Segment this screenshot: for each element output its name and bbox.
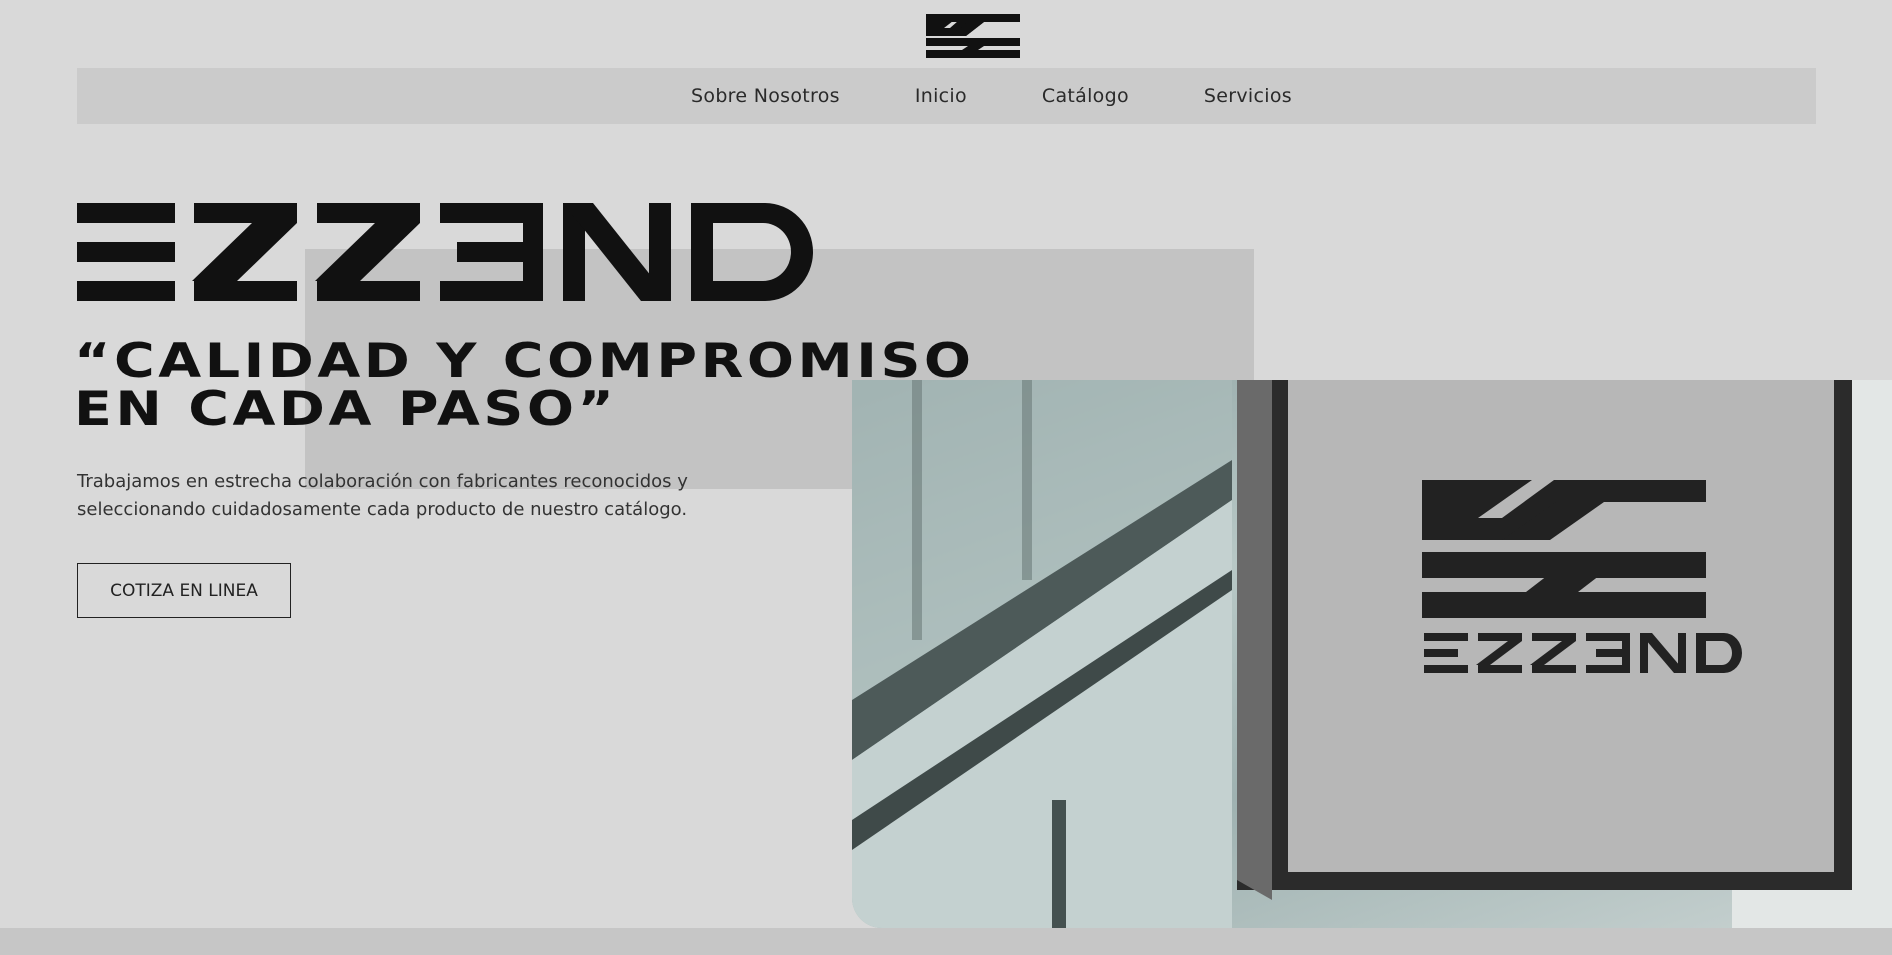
eszend-wordmark: [77, 203, 813, 301]
nav-link-servicios[interactable]: Servicios: [1204, 85, 1292, 107]
hero-tagline: “CALIDAD Y COMPROMISO EN CADA PASO”: [74, 334, 975, 437]
hero-description: Trabajamos en estrecha colaboración con …: [77, 471, 688, 520]
nav-link-sobre-nosotros[interactable]: Sobre Nosotros: [691, 85, 840, 107]
footer-strip: [0, 928, 1892, 955]
hero-signage-photo: [852, 380, 1892, 928]
nav-link-catalogo[interactable]: Catálogo: [1042, 85, 1129, 107]
zs-monogram-icon[interactable]: [926, 14, 1020, 58]
nav-link-inicio[interactable]: Inicio: [915, 85, 967, 107]
cotiza-en-linea-button[interactable]: COTIZA EN LINEA: [77, 563, 291, 618]
main-navbar: Sobre Nosotros Inicio Catálogo Servicios: [77, 68, 1816, 124]
